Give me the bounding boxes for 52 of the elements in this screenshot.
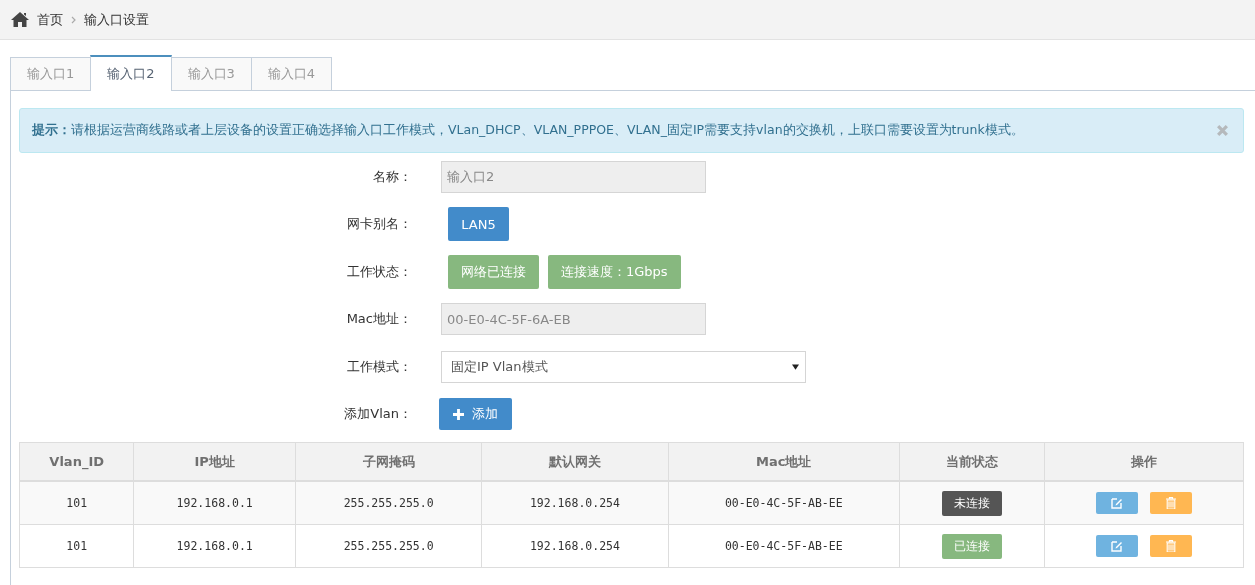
table-cell: 00-E0-4C-5F-AB-EE [668, 481, 900, 525]
field-label: Mac地址： [345, 310, 413, 329]
mode-dropdown[interactable]: 固定IP Vlan模式 [441, 350, 806, 383]
edit-button[interactable] [1095, 492, 1138, 514]
breadcrumb-current: 输入口设置 [84, 10, 149, 29]
column-header: 当前状态 [899, 442, 1045, 481]
table-cell: 101 [19, 481, 134, 525]
column-header: Mac地址 [668, 442, 900, 481]
tab[interactable]: 输入口1 [10, 57, 92, 90]
field-label: 添加Vlan： [343, 405, 413, 424]
table-cell: 192.168.0.254 [481, 481, 669, 525]
close-icon[interactable] [1216, 124, 1229, 137]
alert-text: 提示：请根据运营商线路或者上层设备的设置正确选择输入口工作模式，VLan_DHCP、VLAN_PPPOE、VLAN_固定IP需要支持vlan的交换机，上联口需要设置为trunk模式。 [32, 122, 1024, 139]
column-header: 默认网关 [481, 442, 669, 481]
delete-button[interactable] [1149, 492, 1192, 514]
table-cell: 255.255.255.0 [295, 524, 482, 568]
field-label: 工作模式： [346, 357, 413, 376]
delete-button[interactable] [1149, 535, 1192, 557]
dropdown-arrow-icon [792, 363, 799, 370]
field-label: 网卡别名： [346, 215, 413, 234]
tab[interactable]: 输入口3 [170, 57, 252, 90]
table-cell: 192.168.0.254 [481, 524, 669, 568]
chevron-icon [71, 15, 76, 24]
table-cell: 255.255.255.0 [295, 481, 482, 525]
column-header: IP地址 [133, 442, 296, 481]
status-badge: 网络已连接 [448, 254, 539, 289]
tab[interactable]: 输入口4 [250, 57, 333, 90]
edit-button[interactable] [1095, 535, 1138, 557]
column-header: 子网掩码 [295, 442, 482, 481]
status-badge: 已连接 [941, 533, 1002, 559]
home-icon[interactable] [11, 12, 29, 27]
alias-badge: LAN5 [448, 207, 509, 242]
field-label: 名称： [372, 167, 413, 186]
status-badge: 连接速度：1Gbps [548, 254, 681, 289]
table-cell: 192.168.0.1 [133, 481, 296, 525]
tab[interactable]: 输入口2 [90, 55, 172, 91]
edit-icon [1110, 497, 1123, 509]
mac-field[interactable]: 00-E0-4C-5F-6A-EB [441, 303, 706, 336]
plus-icon [453, 408, 464, 420]
trash-icon [1165, 497, 1176, 509]
table-cell: 00-E0-4C-5F-AB-EE [668, 524, 900, 568]
breadcrumb-link[interactable]: 首页 [37, 10, 63, 29]
edit-icon [1110, 540, 1123, 552]
name-field[interactable]: 输入口2 [441, 160, 706, 193]
field-label: 工作状态： [346, 262, 413, 281]
add-button[interactable]: 添加 [439, 398, 512, 431]
column-header: 操作 [1044, 442, 1244, 481]
column-header: Vlan_ID [19, 442, 134, 481]
status-badge: 未连接 [941, 490, 1002, 516]
table-cell: 192.168.0.1 [133, 524, 296, 568]
trash-icon [1165, 540, 1176, 552]
table-cell: 101 [19, 524, 134, 568]
